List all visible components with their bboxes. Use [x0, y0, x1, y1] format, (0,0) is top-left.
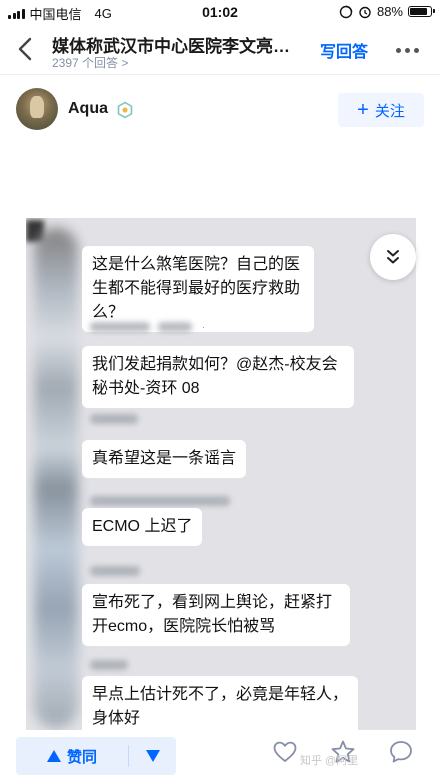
chat-bubble: 我们发起捐款如何？@赵杰-校友会秘书处-资环 08	[82, 346, 354, 408]
blurred-sender-name	[90, 566, 140, 576]
chat-bubble: 这是什么煞笔医院？自己的医生都不能得到最好的医疗救助么？	[82, 246, 314, 332]
follow-button[interactable]: + 关注	[338, 93, 424, 127]
chat-bubble: 宣布死了，看到网上舆论，赶紧打开ecmo，医院院长怕被骂	[82, 584, 350, 646]
blurred-avatars-strip	[34, 228, 78, 728]
collapse-button[interactable]	[370, 234, 416, 280]
blurred-sender-name	[90, 496, 230, 506]
battery-percent: 88%	[376, 4, 403, 19]
comment-icon[interactable]	[388, 739, 414, 765]
back-arrow-icon[interactable]	[14, 36, 38, 62]
follow-label: 关注	[374, 102, 405, 120]
answer-count[interactable]: 2397 个回答 >	[52, 54, 128, 71]
battery-icon	[408, 6, 435, 17]
write-answer-button[interactable]: 写回答	[320, 38, 368, 62]
alarm-icon	[359, 6, 371, 18]
collapse-chevron-icon	[387, 250, 399, 264]
downvote-triangle-icon	[145, 750, 160, 762]
chat-bubble: 早点上估计死不了，必竟是年轻人，身体好	[82, 676, 358, 730]
status-right: 88%	[339, 4, 435, 19]
blurred-sender-name	[158, 322, 192, 332]
upvote-button[interactable]: 赞同	[16, 737, 128, 775]
downvote-button[interactable]	[129, 737, 176, 775]
badge-icon	[117, 101, 133, 119]
author-name[interactable]: Aqua	[68, 100, 108, 118]
watermark: 知乎 @阿里	[300, 755, 359, 767]
orientation-lock-icon	[339, 5, 353, 18]
answer-image[interactable]: 这是什么煞笔医院？自己的医生都不能得到最好的医疗救助么？ · 我们发起捐款如何？…	[26, 218, 416, 730]
heart-icon[interactable]	[272, 739, 298, 765]
chat-bubble: 真希望这是一条谣言	[82, 440, 247, 478]
nav-divider	[0, 74, 440, 75]
more-dots-icon[interactable]	[396, 48, 419, 53]
blurred-stamp: ·	[202, 322, 205, 332]
plus-icon: +	[357, 99, 369, 121]
upvote-triangle-icon	[46, 750, 61, 762]
blurred-sender-name	[90, 414, 138, 424]
vote-group: 赞同	[16, 737, 176, 775]
blurred-sender-name	[90, 660, 128, 670]
bottom-action-bar: 赞同	[0, 730, 440, 783]
chat-bubble: ECMO 上迟了	[82, 508, 203, 546]
upvote-label: 赞同	[66, 748, 97, 766]
status-bar: 中国电信 4G 01:02 88%	[0, 0, 440, 26]
blurred-sender-name	[90, 322, 150, 332]
battery-fill	[410, 8, 427, 15]
nav-bar: 媒体称武汉市中心医院李文亮… 2397 个回答 > 写回答	[0, 26, 440, 74]
avatar[interactable]	[16, 88, 58, 130]
